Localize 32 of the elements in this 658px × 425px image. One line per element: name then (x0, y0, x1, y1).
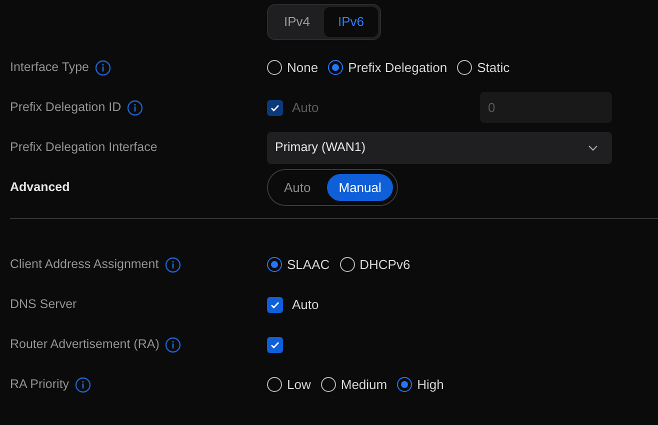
field-label: Client Address Assignment (10, 256, 159, 274)
check-icon (270, 300, 280, 310)
field-label: Prefix Delegation Interface (10, 139, 158, 156)
field-label: RA Priority (10, 376, 70, 394)
info-icon[interactable] (164, 256, 181, 272)
radio-option[interactable]: Static (457, 58, 510, 78)
ip-version-tab[interactable]: IPv4 (270, 7, 324, 36)
radio-option[interactable]: Medium (320, 374, 388, 394)
info-icon[interactable] (75, 376, 92, 392)
radio-option[interactable]: SLAAC (267, 254, 330, 274)
check-icon (270, 340, 280, 350)
radio-option[interactable]: High (397, 374, 444, 394)
info-icon[interactable] (95, 60, 111, 76)
info-icon[interactable] (165, 336, 182, 352)
radio-option[interactable]: None (267, 58, 318, 78)
field-label: Prefix Delegation ID (10, 99, 122, 116)
checkbox[interactable] (267, 336, 283, 352)
check-icon (270, 102, 280, 112)
segment-button[interactable]: Auto (272, 174, 323, 202)
radio-option[interactable]: Low (267, 374, 311, 394)
field-label: Router Advertisement (RA) (10, 336, 160, 354)
field-label: Advanced (10, 179, 70, 196)
radio-option[interactable]: DHCPv6 (340, 254, 410, 274)
field-label: DNS Server (10, 296, 77, 314)
info-icon[interactable] (127, 100, 144, 116)
ip-version-tab[interactable]: IPv6 (324, 7, 378, 36)
segment-button[interactable]: Manual (326, 174, 394, 202)
checkbox-option[interactable]: Auto (267, 294, 319, 314)
chevron-down-icon (588, 144, 598, 150)
dropdown[interactable]: Primary (WAN1) (267, 132, 612, 164)
radio-option[interactable]: Prefix Delegation (328, 58, 448, 78)
field-label: Interface Type (10, 59, 89, 76)
